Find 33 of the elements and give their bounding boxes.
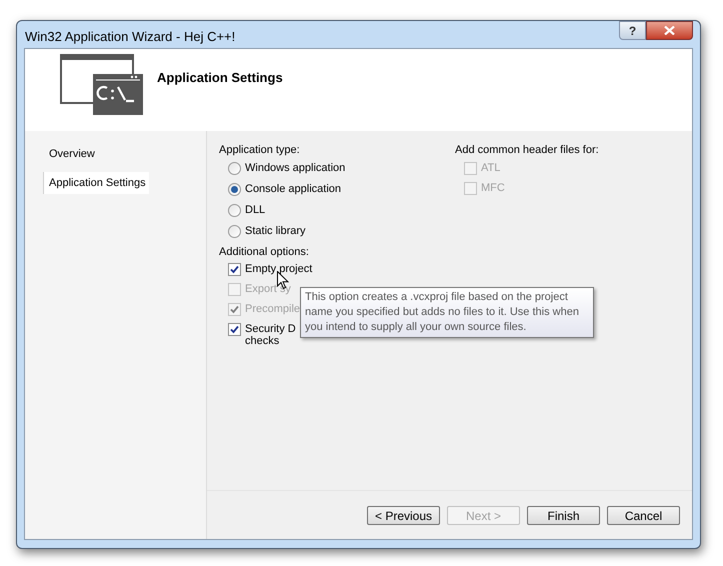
section-label: Add common header files for: xyxy=(455,143,599,158)
radio-label: Console application xyxy=(245,182,342,198)
page-heading: Application Settings xyxy=(157,69,283,87)
tooltip: This option creates a .vcxproj file based on the project name you specified but adds no files to it. Use this when you intend to supply all your own source files. xyxy=(300,287,594,338)
checkbox-label: ATL xyxy=(481,162,500,174)
checkbox-label: Precompile xyxy=(245,303,300,315)
window-title: Win32 Application Wizard - Hej C++! xyxy=(25,28,236,46)
radio-button[interactable] xyxy=(228,183,241,196)
checkbox-label: MFC xyxy=(481,182,505,194)
radio-label: DLL xyxy=(245,203,266,218)
wizard-button[interactable]: Cancel xyxy=(607,506,680,525)
section-label: Application type: xyxy=(219,143,301,158)
console-window-icon xyxy=(60,54,144,116)
checkbox[interactable] xyxy=(228,323,241,336)
sidebar-item[interactable]: Overview xyxy=(46,143,98,166)
radio-button[interactable] xyxy=(228,204,241,217)
check-icon xyxy=(230,305,239,314)
checkbox[interactable] xyxy=(228,263,241,276)
help-button[interactable]: ? xyxy=(619,21,646,40)
sidebar-item[interactable]: Application Settings xyxy=(43,172,149,194)
radio-label: Windows application xyxy=(245,161,346,176)
section-label: Additional options: xyxy=(219,245,310,260)
radio-button[interactable] xyxy=(228,225,241,238)
close-icon xyxy=(664,26,675,35)
close-button[interactable] xyxy=(646,21,693,40)
checkbox-label: Empty project xyxy=(245,263,312,275)
check-icon xyxy=(230,265,239,274)
radio-button[interactable] xyxy=(228,162,241,175)
checkbox-label: Security D checks xyxy=(245,323,296,347)
check-icon xyxy=(230,325,239,334)
radio-label: Static library xyxy=(245,224,306,240)
wizard-button[interactable]: Finish xyxy=(527,506,600,525)
wizard-button[interactable]: < Previous xyxy=(367,506,440,525)
